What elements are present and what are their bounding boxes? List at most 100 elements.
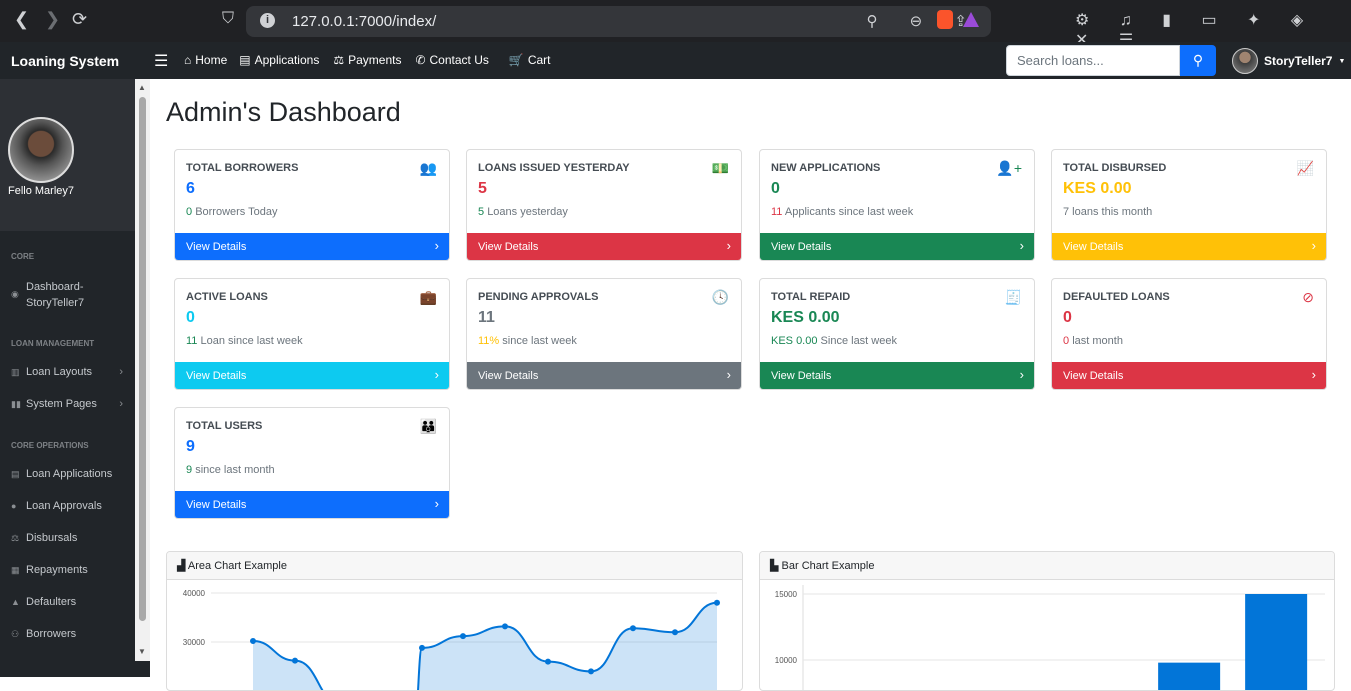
view-details-button[interactable]: View Details › — [760, 362, 1034, 389]
sidebar-toggle-icon[interactable]: ☰ — [154, 51, 168, 71]
view-details-button[interactable]: View Details › — [760, 233, 1034, 260]
card-subtext: 11 Loan since last week — [186, 335, 303, 347]
area-chart-panel: ▟ Area Chart Example 40000 30000 — [166, 551, 743, 691]
profile-avatar — [8, 117, 74, 183]
sidebar-item-borrowers[interactable]: ⚇ Borrowers — [0, 628, 135, 640]
chevron-right-icon: › — [119, 398, 123, 410]
sidebar-item-loan-approvals[interactable]: ● Loan Approvals — [0, 500, 135, 512]
card-value: 0 — [186, 309, 195, 326]
user-plus-icon: 👤+ — [996, 160, 1022, 176]
bookmark-icon[interactable]: ⛉ — [222, 10, 234, 28]
sidebar-item-defaulters[interactable]: ▲ Defaulters — [0, 596, 135, 608]
back-icon[interactable]: ❮ — [14, 9, 29, 30]
card-sub-value: 11 — [186, 335, 198, 347]
site-info-icon[interactable]: i — [260, 13, 275, 28]
sidebar-item-label: Defaulters — [26, 596, 77, 608]
search-button[interactable]: ⚲ — [1180, 45, 1216, 76]
chevron-right-icon: › — [1311, 367, 1316, 382]
view-details-label: View Details — [478, 370, 539, 382]
search-input[interactable]: Search loans... — [1006, 45, 1180, 76]
data-point — [250, 638, 256, 645]
data-point — [545, 658, 551, 665]
sidebar-item-system-pages[interactable]: ▮▮ System Pages › — [0, 398, 135, 410]
page-title: Admin's Dashboard — [166, 97, 401, 127]
chevron-right-icon: › — [434, 496, 439, 511]
brave-rewards-icon[interactable] — [963, 12, 979, 27]
card-title: DEFAULTED LOANS — [1063, 291, 1170, 303]
view-details-button[interactable]: View Details › — [175, 491, 449, 518]
card-total-borrowers: TOTAL BORROWERS 👥 6 0 Borrowers Today Vi… — [174, 149, 450, 261]
profile-name: Fello Marley7 — [8, 185, 75, 197]
card-sub-label: since last week — [502, 335, 577, 347]
bar-chart-panel: ▙ Bar Chart Example 15000 10000 — [759, 551, 1335, 691]
chevron-right-icon: › — [726, 367, 731, 382]
brand-title[interactable]: Loaning System — [11, 53, 119, 69]
users-icon: ⚇ — [11, 628, 20, 639]
phone-icon: ✆ — [415, 53, 426, 67]
view-details-button[interactable]: View Details › — [467, 362, 741, 389]
sidebar-item-dashboard[interactable]: ◉ Dashboard- StoryTeller7 — [0, 279, 135, 311]
view-details-button[interactable]: View Details › — [1052, 233, 1326, 260]
user-menu[interactable]: StoryTeller7 ▼ — [1232, 48, 1345, 74]
nav-links: ⌂ Home ▤ Applications ⚖ Payments ✆ Contact U… — [184, 53, 567, 67]
forward-icon[interactable]: ❯ — [45, 9, 60, 30]
view-details-button[interactable]: View Details › — [467, 233, 741, 260]
brave-shield-icon[interactable] — [937, 10, 953, 29]
card-sub-label: Applicants since last week — [784, 206, 914, 218]
sidebar-item-loan-layouts[interactable]: ▥ Loan Layouts › — [0, 366, 135, 378]
card-title: ACTIVE LOANS — [186, 291, 268, 303]
chevron-right-icon: › — [1019, 238, 1024, 253]
avatar — [1232, 48, 1258, 74]
area-fill — [253, 602, 717, 690]
sidebar-heading-core-operations: CORE OPERATIONS — [11, 441, 89, 450]
sidebar-scrollbar[interactable]: ▲ ▼ — [0, 79, 150, 677]
view-details-button[interactable]: View Details › — [175, 233, 449, 260]
nav-payments-label: Payments — [348, 53, 402, 67]
address-bar[interactable]: i 127.0.0.1:7000/index/ ⚲ ⊖ ⇪ — [246, 6, 991, 37]
nav-applications-label: Applications — [254, 53, 320, 67]
card-title: NEW APPLICATIONS — [771, 162, 881, 174]
nav-applications[interactable]: ▤ Applications — [239, 53, 319, 67]
cart-icon: 🛒 — [508, 53, 524, 67]
y-tick-label: 40000 — [183, 589, 206, 598]
nav-home[interactable]: ⌂ Home — [184, 53, 227, 67]
hand-money-icon: ⚖ — [11, 532, 20, 543]
card-sub-label: Loan since last week — [200, 335, 303, 347]
browser-toolbar: ❮ ❯ ⟳ ⛉ i 127.0.0.1:7000/index/ ⚲ ⊖ ⇪ ⚙ … — [0, 0, 1351, 49]
scroll-up-icon[interactable]: ▲ — [138, 83, 146, 92]
sidebar-item-disbursals[interactable]: ⚖ Disbursals — [0, 532, 135, 544]
view-details-button[interactable]: View Details › — [1052, 362, 1326, 389]
file-icon: ▤ — [239, 53, 251, 67]
scroll-down-icon[interactable]: ▼ — [138, 647, 146, 656]
card-sub-value: 9 — [186, 464, 193, 476]
bar — [1245, 594, 1308, 690]
home-icon: ⌂ — [184, 53, 192, 67]
chart-area-icon: ▟ — [177, 560, 188, 572]
book-icon: ▮▮ — [11, 398, 21, 409]
view-details-button[interactable]: View Details › — [175, 362, 449, 389]
card-subtext: 11 Applicants since last week — [771, 206, 913, 218]
data-point — [292, 657, 298, 664]
card-value: 9 — [186, 438, 195, 455]
panel-header: ▟ Area Chart Example — [167, 552, 742, 580]
columns-icon: ▥ — [11, 366, 20, 377]
panel-header: ▙ Bar Chart Example — [760, 552, 1334, 580]
nav-cart[interactable]: 🛒 Cart — [509, 53, 551, 67]
sidebar-item-loan-applications[interactable]: ▤ Loan Applications — [0, 468, 135, 480]
main-content: Admin's Dashboard TOTAL BORROWERS 👥 6 0 … — [150, 79, 1351, 691]
card-title: TOTAL BORROWERS — [186, 162, 299, 174]
view-details-label: View Details — [771, 241, 832, 253]
card-sub-value: 0 — [1063, 335, 1070, 347]
warning-icon: ▲ — [11, 597, 20, 607]
scrollbar-thumb[interactable] — [139, 97, 146, 621]
nav-contact[interactable]: ✆ Contact Us — [415, 53, 488, 67]
chart-line-icon: 📈 — [1296, 160, 1314, 176]
search-icon: ⚲ — [1192, 52, 1204, 68]
reload-icon[interactable]: ⟳ — [72, 9, 87, 30]
nav-payments[interactable]: ⚖ Payments — [333, 53, 401, 67]
card-sub-label: 7 loans this month — [1063, 206, 1153, 218]
sidebar-item-repayments[interactable]: ▦ Repayments — [0, 564, 135, 576]
card-subtext: 0 last month — [1063, 335, 1123, 347]
card-value: KES 0.00 — [1063, 180, 1132, 197]
card-value: KES 0.00 — [771, 309, 840, 326]
